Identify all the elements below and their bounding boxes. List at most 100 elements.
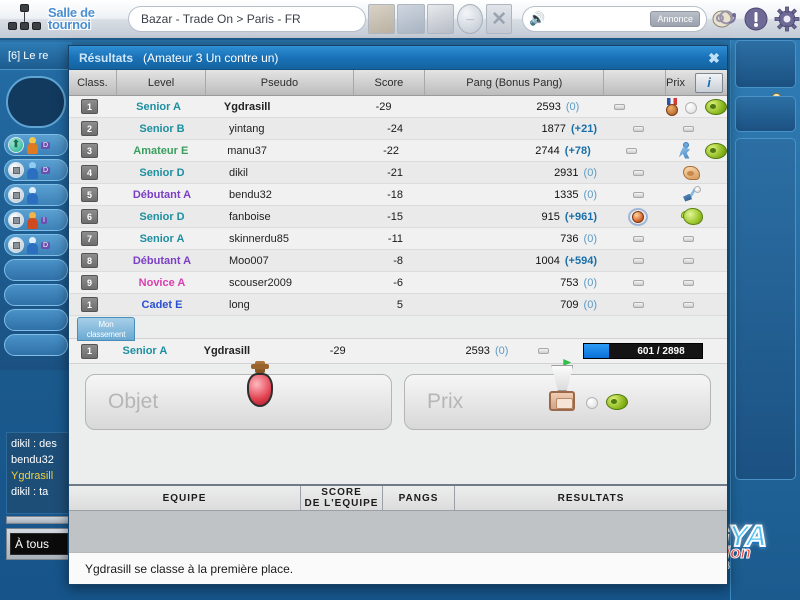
green-leaf-icon	[606, 394, 628, 410]
rank-badge: 2	[81, 121, 98, 136]
score-cell: -11	[387, 232, 403, 245]
pang-cell: 2593 (0)	[416, 101, 590, 113]
close-icon[interactable]: ✖	[705, 49, 723, 67]
green-leaf-icon	[705, 98, 727, 115]
avatar-thumb-1[interactable]	[367, 4, 396, 34]
score-cell: -15	[387, 210, 403, 223]
player-slot-empty-4[interactable]	[4, 334, 68, 356]
player-slot-3[interactable]	[4, 184, 68, 206]
score-cell: -22	[383, 144, 399, 157]
gear-icon[interactable]	[774, 6, 800, 32]
prix-cell	[669, 257, 727, 264]
extra-cell	[607, 125, 669, 132]
tab-pangs[interactable]: PANGS	[383, 486, 455, 510]
pseudo-cell: dikil	[229, 166, 248, 179]
avatar-thumb-2[interactable]	[397, 4, 425, 34]
player-slot-5[interactable]: D	[4, 234, 68, 256]
table-row[interactable]: 6 Senior D fanboise -15 915 (+961)	[69, 206, 727, 228]
arm-icon	[683, 164, 701, 182]
player-slot-empty-3[interactable]	[4, 309, 68, 331]
minimize-button[interactable]: —	[457, 4, 484, 34]
player-figure-icon	[26, 236, 39, 254]
pang-value: 1877	[541, 122, 566, 135]
dash-icon	[683, 279, 694, 286]
header-prix: Prix i	[666, 70, 727, 95]
extra-cell	[589, 103, 649, 110]
table-row[interactable]: 5 Débutant A bendu32 -18 1335 (0)	[69, 184, 727, 206]
room-logo: Salle de tournoi	[0, 2, 120, 36]
background-slot-long	[735, 138, 796, 480]
green-leaf-icon	[704, 142, 727, 159]
tab-equipe[interactable]: EQUIPE	[69, 486, 301, 510]
announce-button[interactable]: Annonce	[650, 11, 700, 27]
table-row[interactable]: 1 Cadet E long 5 709 (0)	[69, 294, 727, 316]
pseudo-cell: Ygdrasill	[223, 100, 271, 113]
table-row[interactable]: 9 Novice A scouser2009 -6 753 (0)	[69, 272, 727, 294]
level-cell: Novice A	[138, 276, 186, 289]
tab-content-filler	[69, 510, 727, 552]
pseudo-cell: manu37	[227, 144, 267, 157]
rank-cell: 8	[69, 253, 117, 268]
player-figure-icon	[26, 136, 39, 154]
chat-scrollbar[interactable]	[6, 516, 72, 524]
announce-input-bar[interactable]: 🔊 Annonce	[521, 6, 707, 32]
route-text: Bazar - Trade On > Paris - FR	[140, 12, 301, 26]
prix-cell	[649, 97, 727, 116]
objet-label: Objet	[108, 390, 159, 413]
player-slot-empty-1[interactable]	[4, 259, 68, 281]
table-row[interactable]: 4 Senior D dikil -21 2931 (0)	[69, 162, 727, 184]
alert-icon[interactable]	[743, 6, 769, 32]
progress-fill	[584, 344, 610, 358]
rank-badge: 8	[81, 253, 98, 268]
table-row[interactable]: 3 Amateur E manu37 -22 2744 (+78)	[69, 140, 727, 162]
tab-resultats[interactable]: RESULTATS	[455, 486, 727, 510]
rank-badge: 6	[81, 209, 98, 224]
header-prix-label: Prix	[666, 76, 685, 89]
player-slot-2[interactable]: D	[4, 159, 68, 181]
dash-icon	[683, 257, 694, 264]
table-row[interactable]: 1 Senior A Ygdrasill -29 2593 (0)	[69, 96, 727, 118]
close-button[interactable]: ✕	[486, 4, 512, 34]
score-cell: -18	[387, 188, 403, 201]
pang-cell: 915 (+961)	[427, 211, 607, 223]
dash-icon	[632, 235, 644, 242]
level-cell: Senior B	[139, 122, 185, 135]
rank-cell: 3	[69, 143, 116, 158]
level-cell: Senior A	[136, 100, 181, 113]
prix-cell	[669, 164, 727, 182]
avatar-thumb-3[interactable]	[426, 4, 455, 34]
bonus-value: (0)	[583, 188, 597, 201]
objet-box[interactable]: Objet	[85, 361, 392, 430]
tab-score-equipe[interactable]: SCORE DE L'EQUIPE	[301, 486, 383, 510]
table-row[interactable]: 2 Senior B yintang -24 1877 (+21)	[69, 118, 727, 140]
score-cell: 5	[396, 298, 403, 311]
pang-cell: 1335 (0)	[427, 189, 607, 201]
my-ranking-tab[interactable]: Mon classement	[77, 317, 135, 341]
score-cell: -29	[329, 345, 346, 357]
left-sidebar: [6] Le re ⬆ D D I D dikil: des bendu32 …	[0, 42, 72, 600]
room-title: Salle de tournoi	[48, 5, 95, 32]
player-slot-1[interactable]: ⬆ D	[4, 134, 68, 156]
route-breadcrumb-field[interactable]: Bazar - Trade On > Paris - FR	[127, 6, 366, 32]
extra-cell	[607, 191, 669, 198]
pang-cell: 2744 (+78)	[423, 145, 601, 157]
info-button[interactable]: i	[695, 72, 723, 93]
dash-icon	[632, 191, 644, 198]
extra-cell	[607, 169, 669, 176]
bonus-value: (0)	[583, 166, 597, 179]
rank-badge: 5	[81, 187, 98, 202]
chat-target-selector[interactable]: À tous	[10, 533, 68, 555]
player-slot-4[interactable]: I	[4, 209, 68, 231]
extra-cell	[607, 207, 669, 226]
snail-icon[interactable]	[712, 6, 738, 32]
table-row[interactable]: 7 Senior A skinnerdu85 -11 736 (0)	[69, 228, 727, 250]
my-ranking-tab-line2: classement	[86, 330, 126, 339]
ready-state-icon	[8, 212, 24, 228]
prix-box[interactable]: Prix	[404, 359, 711, 430]
progress-text: 601 / 2898	[637, 345, 685, 357]
table-row[interactable]: 8 Débutant A Moo007 -8 1004 (+594)	[69, 250, 727, 272]
rank-badge: 4	[81, 165, 98, 180]
progress-cell: 601 / 2898	[569, 343, 727, 359]
player-slot-empty-2[interactable]	[4, 284, 68, 306]
dash-icon	[683, 235, 694, 242]
